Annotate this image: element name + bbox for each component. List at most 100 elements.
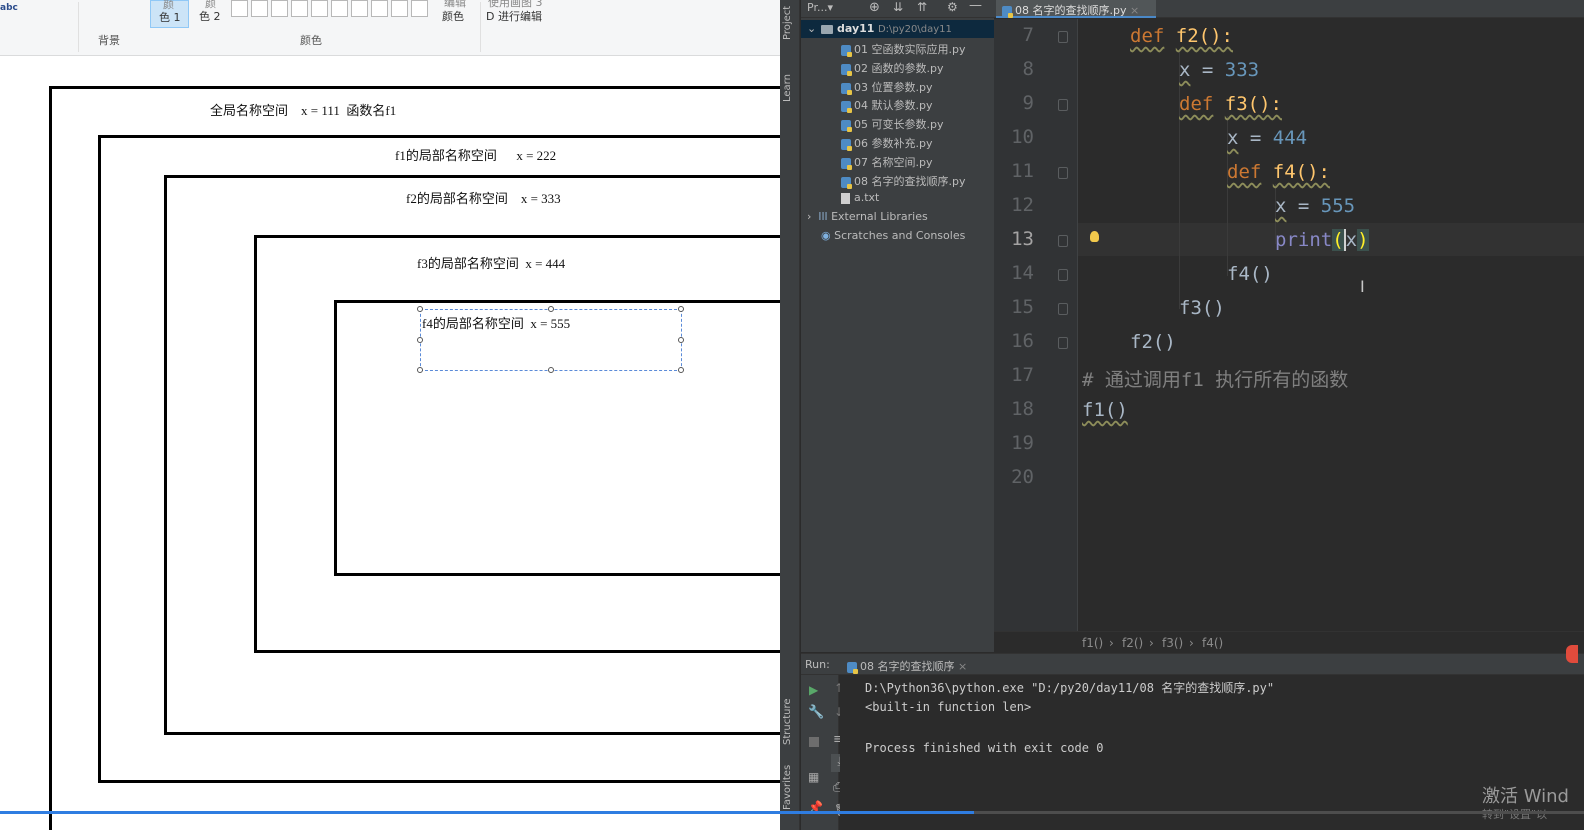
- chevron-down-icon[interactable]: ⌄: [807, 22, 816, 35]
- fold-marker-icon[interactable]: [1058, 269, 1068, 281]
- color-swatch[interactable]: [291, 0, 308, 17]
- fold-marker-icon[interactable]: [1058, 167, 1068, 179]
- tree-file-label: 08 名字的查找顺序.py: [854, 175, 966, 188]
- tree-scratches[interactable]: ◉ Scratches and Consoles: [821, 229, 965, 242]
- tree-root-label: day11: [837, 22, 875, 35]
- tree-file[interactable]: a.txt: [841, 191, 879, 204]
- color1-button[interactable]: 颜 色 1: [150, 0, 189, 28]
- ribbon-group-background: 背景: [98, 34, 120, 47]
- fold-marker-icon[interactable]: [1058, 337, 1068, 349]
- tree-file[interactable]: 03 位置参数.py: [841, 79, 932, 95]
- resize-handle[interactable]: [548, 306, 554, 312]
- edit-with-paint3d-button[interactable]: 使用画图 3 D 进行编辑: [486, 0, 556, 28]
- fold-marker-icon[interactable]: [1058, 99, 1068, 111]
- text-format-icon[interactable]: abc: [0, 0, 18, 13]
- breadcrumb-separator: ›: [1149, 636, 1154, 650]
- resize-handle[interactable]: [678, 337, 684, 343]
- color2-button[interactable]: 颜 色 2: [193, 0, 227, 28]
- tab-08-name-lookup[interactable]: 08 名字的查找顺序.py ×: [996, 0, 1156, 18]
- function-name: f3():: [1224, 93, 1282, 115]
- color-swatch[interactable]: [271, 0, 288, 17]
- tree-item-root[interactable]: ⌄ day11 D:\py20\day11: [801, 20, 994, 38]
- fold-marker-icon[interactable]: [1058, 31, 1068, 43]
- close-icon[interactable]: ×: [1130, 4, 1139, 17]
- edit-colors-button[interactable]: 编辑 颜色: [440, 0, 480, 28]
- python-file-icon: [841, 138, 852, 151]
- python-file-icon: [841, 157, 852, 170]
- tree-file[interactable]: 08 名字的查找顺序.py: [841, 173, 965, 189]
- paint-ribbon: abc 背景 颜 色 1 颜 色 2 编辑 颜色 使用画图 3 D 进行编辑 颜…: [0, 0, 780, 56]
- resize-handle[interactable]: [678, 367, 684, 373]
- code-line-16: f2(): [1130, 331, 1176, 353]
- gear-icon[interactable]: ⚙: [947, 0, 958, 14]
- wrench-icon[interactable]: 🔧: [808, 705, 824, 720]
- operator: =: [1286, 195, 1321, 217]
- tree-file[interactable]: 07 名称空间.py: [841, 154, 932, 170]
- project-view-selector[interactable]: Pr...▾: [807, 1, 833, 14]
- f4-namespace-label[interactable]: f4的局部名称空间 x = 555: [422, 313, 570, 332]
- lightbulb-icon[interactable]: [1090, 231, 1099, 242]
- favorites-tool-tab[interactable]: Favorites: [782, 765, 793, 810]
- python-file-icon: [1002, 5, 1013, 18]
- structure-tool-tab[interactable]: Structure: [782, 698, 793, 745]
- tree-file-label: a.txt: [854, 191, 880, 204]
- stop-icon[interactable]: [809, 737, 819, 747]
- resize-handle[interactable]: [417, 337, 423, 343]
- close-icon[interactable]: ×: [958, 660, 967, 673]
- line-number: 17: [1011, 364, 1034, 386]
- tree-file-label: 04 默认参数.py: [854, 99, 933, 112]
- breadcrumb-item[interactable]: f1(): [1082, 636, 1103, 650]
- breadcrumb-item[interactable]: f4(): [1202, 636, 1223, 650]
- run-tab[interactable]: 08 名字的查找顺序 ×: [847, 658, 967, 674]
- code-line-10: x = 444: [1227, 127, 1307, 149]
- operator: =: [1238, 127, 1273, 149]
- color-swatch[interactable]: [331, 0, 348, 17]
- expand-all-icon[interactable]: ⇊: [893, 0, 903, 14]
- rerun-icon[interactable]: ▶: [809, 683, 821, 697]
- resize-handle[interactable]: [417, 367, 423, 373]
- text-file-icon: [841, 192, 850, 204]
- color-swatch[interactable]: [351, 0, 368, 17]
- breadcrumb-item[interactable]: f2(): [1122, 636, 1143, 650]
- keyword-def: def: [1130, 25, 1165, 47]
- color-swatch[interactable]: [311, 0, 328, 17]
- tree-file[interactable]: 06 参数补充.py: [841, 135, 932, 151]
- notification-badge[interactable]: [1566, 645, 1578, 663]
- code-line-17-comment: # 通过调用f1 执行所有的函数: [1082, 369, 1349, 391]
- run-console[interactable]: D:\Python36\python.exe "D:/py20/day11/08…: [840, 675, 1584, 830]
- line-number: 20: [1011, 466, 1034, 488]
- tree-file[interactable]: 05 可变长参数.py: [841, 116, 943, 132]
- tree-file[interactable]: 04 默认参数.py: [841, 97, 932, 113]
- paren-open: (: [1332, 229, 1344, 251]
- color1-label: 色 1: [159, 11, 181, 24]
- color-swatch[interactable]: [411, 0, 428, 17]
- fold-marker-icon[interactable]: [1058, 303, 1068, 315]
- locate-icon[interactable]: ⊕: [869, 0, 880, 15]
- run-panel-header: Run: 08 名字的查找顺序 ×: [801, 653, 1584, 675]
- breadcrumb-item[interactable]: f3(): [1162, 636, 1183, 650]
- resize-handle[interactable]: [417, 306, 423, 312]
- code-editor[interactable]: def f2(): x = 333 def f3(): x = 444 def …: [1078, 19, 1584, 631]
- color-swatch[interactable]: [231, 0, 248, 17]
- tree-external-libraries[interactable]: › lll External Libraries: [807, 210, 928, 223]
- operator: =: [1190, 59, 1225, 81]
- layout-icon[interactable]: ▦: [808, 770, 820, 784]
- video-progress-bar[interactable]: [0, 811, 1584, 814]
- color-swatch[interactable]: [371, 0, 388, 17]
- resize-handle[interactable]: [548, 367, 554, 373]
- hide-panel-icon[interactable]: —: [969, 0, 982, 13]
- line-number: 10: [1011, 126, 1034, 148]
- collapse-all-icon[interactable]: ⇈: [917, 0, 927, 14]
- color-swatch[interactable]: [391, 0, 408, 17]
- project-tool-tab[interactable]: Project: [782, 6, 793, 40]
- tree-file[interactable]: 01 空函数实际应用.py: [841, 41, 965, 57]
- learn-tool-tab[interactable]: Learn: [782, 74, 793, 102]
- resize-handle[interactable]: [678, 306, 684, 312]
- number-literal: 555: [1320, 195, 1356, 217]
- tree-file[interactable]: 02 函数的参数.py: [841, 60, 943, 76]
- tab-label: 08 名字的查找顺序.py: [1015, 4, 1127, 17]
- project-panel: Pr...▾ ⊕ ⇊ ⇈ ⚙ — ⌄ day11 D:\py20\day11 0…: [801, 0, 994, 652]
- color-swatch[interactable]: [251, 0, 268, 17]
- fold-marker-icon[interactable]: [1058, 235, 1068, 247]
- python-file-icon: [841, 82, 852, 95]
